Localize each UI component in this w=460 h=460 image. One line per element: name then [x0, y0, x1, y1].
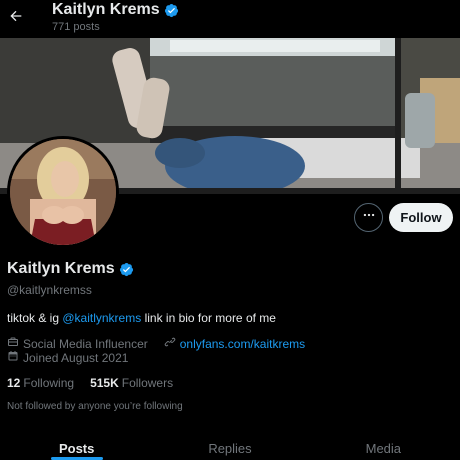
profile-display-name: Kaitlyn Krems	[7, 260, 115, 277]
following-label: Following	[23, 376, 75, 390]
profile-category: Social Media Influencer	[23, 336, 148, 351]
tab-replies[interactable]: Replies	[153, 432, 306, 460]
profile-meta-row: Social Media Influencer onlyfans.com/kai…	[7, 336, 305, 351]
follow-counts: 12 Following 515K Followers	[7, 376, 173, 390]
more-horizontal-icon	[362, 208, 376, 227]
profile-handle: @kaitlynkremss	[7, 283, 92, 297]
profile-name: Kaitlyn Krems	[7, 260, 134, 278]
profile-joined-date: Joined August 2021	[23, 350, 129, 365]
link-icon	[164, 336, 176, 351]
profile-bio: tiktok & ig @kaitlynkrems link in bio fo…	[7, 311, 276, 325]
verified-badge-icon[interactable]	[119, 262, 134, 277]
verified-badge-icon[interactable]	[164, 3, 179, 18]
profile-website-link[interactable]: onlyfans.com/kaitkrems	[180, 337, 305, 351]
post-count: 771 posts	[52, 21, 100, 33]
more-options-button[interactable]	[354, 203, 383, 232]
header-title: Kaitlyn Krems	[52, 1, 179, 19]
following-count: 12	[7, 376, 21, 390]
followers-label: Followers	[121, 376, 174, 390]
bio-text-prefix: tiktok & ig	[7, 311, 63, 325]
followers-count: 515K	[90, 376, 119, 390]
bio-text-suffix: link in bio for more of me	[141, 311, 276, 325]
following-count-link[interactable]: 12 Following	[7, 376, 74, 390]
briefcase-icon	[7, 336, 19, 351]
calendar-icon	[7, 350, 19, 365]
back-arrow-icon[interactable]	[6, 6, 26, 26]
tab-media[interactable]: Media	[307, 432, 460, 460]
header-display-name: Kaitlyn Krems	[52, 1, 160, 18]
bio-mention-link[interactable]: @kaitlynkrems	[62, 311, 141, 325]
followers-count-link[interactable]: 515K Followers	[90, 376, 173, 390]
followed-by-note: Not followed by anyone you’re following	[7, 401, 183, 412]
follow-button[interactable]: Follow	[389, 203, 453, 232]
avatar-photo	[10, 139, 116, 245]
profile-tabs: Posts Replies Media	[0, 432, 460, 460]
avatar[interactable]	[7, 136, 119, 248]
profile-joined-row: Joined August 2021	[7, 350, 128, 365]
tab-posts[interactable]: Posts	[0, 432, 153, 460]
top-bar: Kaitlyn Krems 771 posts	[0, 0, 460, 38]
